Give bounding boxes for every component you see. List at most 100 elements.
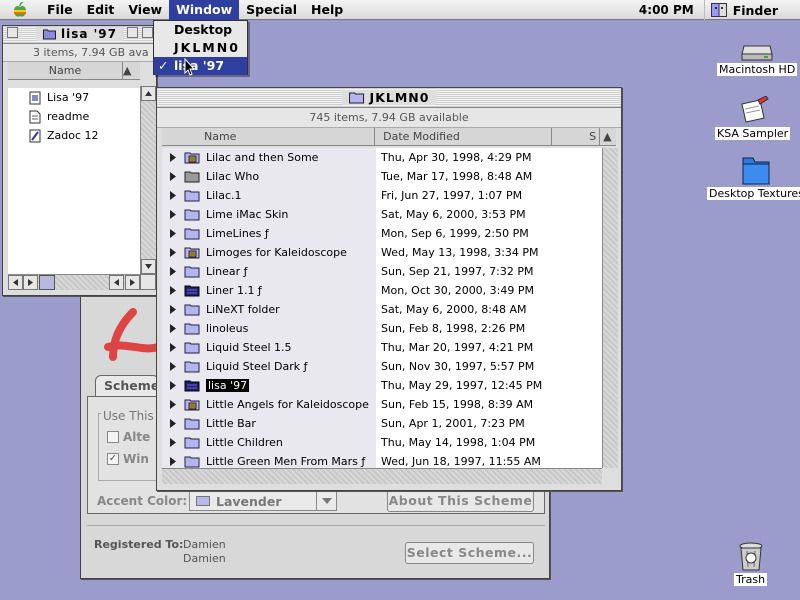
table-row[interactable]: Lilac.1 Fri, Jun 27, 1997, 1:07 PM: [162, 186, 602, 205]
menu-view[interactable]: View: [121, 0, 169, 20]
sort-direction-icon[interactable]: ▲: [600, 128, 616, 145]
file-name: LiNeXT folder: [204, 303, 376, 316]
date-modified: Tue, Mar 17, 1998, 8:48 AM: [381, 170, 533, 183]
table-row[interactable]: Little Green Men From Mars ƒ Wed, Jun 18,…: [162, 452, 602, 468]
disclosure-triangle-icon[interactable]: [162, 248, 184, 257]
table-row[interactable]: lisa '97 Thu, May 29, 1997, 12:45 PM: [162, 376, 602, 395]
disclosure-triangle-icon[interactable]: [162, 362, 184, 371]
menu-help[interactable]: Help: [304, 0, 350, 20]
disclosure-triangle-icon[interactable]: [162, 324, 184, 333]
table-row[interactable]: Linear ƒ Sun, Sep 21, 1997, 7:32 PM: [162, 262, 602, 281]
vertical-scrollbar[interactable]: [602, 148, 618, 468]
disclosure-triangle-icon[interactable]: [162, 286, 184, 295]
table-row[interactable]: Lilac Who Tue, Mar 17, 1998, 8:48 AM: [162, 167, 602, 186]
file-name: Linear ƒ: [204, 265, 376, 278]
tab-scheme[interactable]: Scheme: [95, 375, 159, 397]
resize-grip-icon[interactable]: [140, 274, 156, 290]
file-name-text: Lime iMac Skin: [206, 208, 289, 221]
disclosure-triangle-icon[interactable]: [162, 267, 184, 276]
scroll-right-icon[interactable]: [125, 275, 140, 290]
table-row[interactable]: Liquid Steel 1.5 Thu, Mar 20, 1997, 4:21 …: [162, 338, 602, 357]
list-item[interactable]: Lisa '97: [8, 88, 140, 107]
scroll-up-icon[interactable]: [141, 86, 156, 101]
disclosure-triangle-icon[interactable]: [162, 210, 184, 219]
close-box-icon[interactable]: [7, 27, 18, 38]
menu-special[interactable]: Special: [239, 0, 304, 20]
disclosure-triangle-icon[interactable]: [162, 229, 184, 238]
column-date-modified[interactable]: Date Modified: [375, 128, 553, 145]
table-row[interactable]: Lilac and then Some Thu, Apr 30, 1998, 4:…: [162, 148, 602, 167]
menu-window[interactable]: Window: [169, 0, 240, 20]
desktop-icon-trash[interactable]: Trash: [734, 540, 768, 586]
disclosure-triangle-icon[interactable]: [162, 381, 184, 390]
column-size[interactable]: S: [552, 128, 601, 145]
folder-icon: [42, 29, 56, 40]
scroll-left-icon[interactable]: [109, 275, 124, 290]
table-row[interactable]: Liquid Steel Dark ƒ Sun, Nov 30, 1997, 5:…: [162, 357, 602, 376]
menu-item-lisa-97[interactable]: ✓ lisa '97: [154, 57, 247, 75]
date-modified: Thu, May 14, 1998, 1:04 PM: [381, 436, 536, 449]
file-name-text: LiNeXT folder: [206, 303, 280, 316]
zoom-box-icon[interactable]: [127, 27, 138, 38]
table-row[interactable]: linoleus Sun, Feb 8, 1998, 2:26 PM: [162, 319, 602, 338]
menu-item-jklmn0[interactable]: JKLMN0: [154, 39, 247, 57]
disclosure-triangle-icon[interactable]: [162, 419, 184, 428]
apple-menu[interactable]: [0, 0, 40, 20]
menu-edit[interactable]: Edit: [80, 0, 122, 20]
accent-color-label: Accent Color:: [97, 494, 188, 508]
clock[interactable]: 4:00 PM: [629, 3, 704, 17]
folder-icon: [184, 208, 204, 221]
table-row[interactable]: Liner 1.1 ƒ Mon, Oct 30, 2000, 3:49 PM: [162, 281, 602, 300]
column-name[interactable]: Name: [8, 62, 123, 79]
disclosure-triangle-icon[interactable]: [162, 457, 184, 466]
scroll-thumb[interactable]: [39, 275, 55, 290]
desktop-icon-label: Macintosh HD: [717, 63, 798, 76]
title-bar[interactable]: JKLMN0: [157, 88, 621, 108]
menu-item-desktop[interactable]: Desktop: [154, 21, 247, 39]
scroll-right-icon[interactable]: [23, 275, 38, 290]
application-menu[interactable]: Finder: [703, 0, 800, 20]
disclosure-triangle-icon[interactable]: [162, 343, 184, 352]
table-row[interactable]: Little Bar Sun, Apr 1, 2001, 7:23 PM: [162, 414, 602, 433]
jklmn0-window[interactable]: JKLMN0 745 items, 7.94 GB available Name…: [156, 87, 622, 491]
select-scheme-button[interactable]: Select Scheme...: [405, 542, 534, 564]
table-row[interactable]: Limoges for Kaleidoscope Wed, May 13, 199…: [162, 243, 602, 262]
desktop-icon-ksa-sampler[interactable]: KSA Sampler: [715, 96, 791, 140]
disclosure-triangle-icon[interactable]: [162, 305, 184, 314]
lisa-97-window[interactable]: lisa '97 3 items, 7.94 GB ava Name ▲ Lis…: [2, 25, 157, 296]
desktop-icon-macintosh-hd[interactable]: Macintosh HD: [717, 40, 798, 76]
table-row[interactable]: LimeLines ƒ Mon, Sep 6, 1999, 2:50 PM: [162, 224, 602, 243]
disclosure-triangle-icon[interactable]: [162, 438, 184, 447]
list-item[interactable]: readme: [8, 107, 140, 126]
scroll-down-icon[interactable]: [141, 259, 156, 274]
disclosure-triangle-icon[interactable]: [162, 191, 184, 200]
accent-color-popup[interactable]: Lavender: [189, 491, 337, 511]
disclosure-triangle-icon[interactable]: [162, 172, 184, 181]
disclosure-triangle-icon[interactable]: [162, 153, 184, 162]
horizontal-scrollbar[interactable]: [8, 274, 140, 290]
about-scheme-button[interactable]: About This Scheme: [387, 490, 534, 512]
table-row[interactable]: LiNeXT folder Sat, May 6, 2000, 8:48 AM: [162, 300, 602, 319]
column-name[interactable]: Name: [162, 128, 376, 145]
menu-file[interactable]: File: [40, 0, 80, 20]
checkmark-icon: ✓: [158, 58, 169, 73]
disclosure-triangle-icon[interactable]: [162, 400, 184, 409]
desktop-icon-label: Desktop Textures: [707, 187, 800, 200]
file-name: Lime iMac Skin: [204, 208, 376, 221]
title-bar[interactable]: lisa '97: [3, 26, 156, 44]
vertical-scrollbar[interactable]: [140, 86, 156, 274]
table-row[interactable]: Lime iMac Skin Sat, May 6, 2000, 3:53 PM: [162, 205, 602, 224]
list-item[interactable]: Zadoc 12: [8, 126, 140, 145]
folder-dark-icon: [184, 284, 204, 297]
file-name: lisa '97: [204, 379, 376, 392]
horizontal-scrollbar[interactable]: [162, 468, 602, 484]
table-row[interactable]: Little Angels for Kaleidoscope Sun, Feb 1…: [162, 395, 602, 414]
desktop-icon-label: KSA Sampler: [715, 127, 791, 140]
table-row[interactable]: Little Children Thu, May 14, 1998, 1:04 P…: [162, 433, 602, 452]
collapse-box-icon[interactable]: [142, 27, 153, 38]
window-status: 745 items, 7.94 GB available: [157, 108, 621, 128]
sort-direction-icon[interactable]: ▲: [123, 62, 140, 79]
folder-icon: [184, 360, 204, 373]
desktop-icon-desktop-textures[interactable]: Desktop Textures: [707, 154, 800, 200]
scroll-left-icon[interactable]: [8, 275, 23, 290]
